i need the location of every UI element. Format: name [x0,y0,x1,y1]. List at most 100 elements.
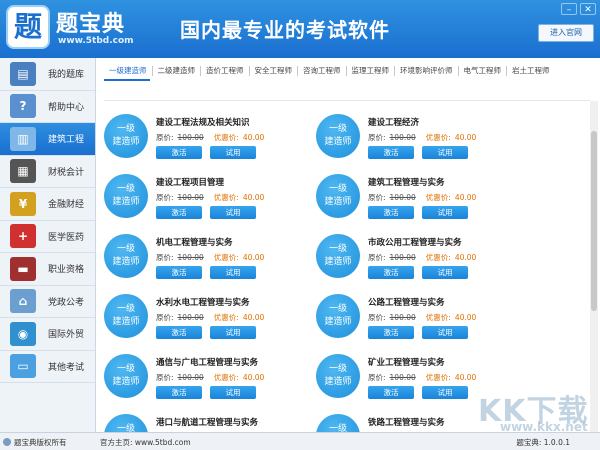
tab-0[interactable]: 一级建造师 [104,66,153,76]
activate-button[interactable]: 激活 [156,386,202,399]
tab-5[interactable]: 监理工程师 [347,66,395,76]
course-title: 机电工程管理与实务 [156,238,233,248]
trial-button[interactable]: 试用 [210,326,256,339]
activate-button[interactable]: 激活 [368,326,414,339]
trial-button[interactable]: 试用 [210,386,256,399]
course-grid: 一级 建造师 建设工程法规及相关知识 原价: 100.00 优惠价: 40.00 激活 试用 一级… [104,108,582,432]
price-row: 原价: 100.00 优惠价: 40.00 [156,192,264,203]
tab-3[interactable]: 安全工程师 [250,66,298,76]
activate-button[interactable]: 激活 [156,206,202,219]
original-price-label: 原价: [368,253,386,262]
original-price-label: 原价: [368,373,386,382]
sidebar-item-label: 国际外贸 [48,330,85,341]
trial-button[interactable]: 试用 [422,386,468,399]
sidebar-item-label: 医学医药 [48,232,85,243]
activate-button[interactable]: 激活 [368,206,414,219]
sidebar-item-5[interactable]: + 医学医药 [0,221,95,253]
level-badge: 一级建造师 [316,294,360,338]
badge-line1: 一级 [328,424,347,432]
course-card: 一级 建造师 建设工程项目管理 原价: 100.00 优惠价: 40.00 激活 试用 [104,168,334,220]
trial-button[interactable]: 试用 [422,326,468,339]
scrollbar[interactable] [590,101,598,432]
minimize-icon[interactable]: – [561,3,577,15]
sidebar-item-3[interactable]: ▦ 财税会计 [0,156,95,188]
badge-line1: 一级 [328,124,347,134]
price-row: 原价: 100.00 优惠价: 40.00 [368,372,476,383]
discount-price: 40.00 [454,313,477,322]
level-badge: 一级建造师 [316,174,360,218]
activate-button[interactable]: 激活 [156,266,202,279]
trial-button[interactable]: 试用 [422,206,468,219]
original-price-label: 原价: [368,193,386,202]
level-badge: 一级建造师 [104,414,148,432]
discount-price: 40.00 [454,133,477,142]
badge-line2: 建造师 [112,377,140,387]
tab-8[interactable]: 岩土工程师 [507,66,555,76]
course-title: 通信与广电工程管理与实务 [156,358,259,368]
trial-button[interactable]: 试用 [422,266,468,279]
building-icon: ▥ [10,126,36,151]
copyright-text: 题宝典版权所有 [14,438,67,447]
active-tab-underline [104,79,150,81]
price-row: 原价: 100.00 优惠价: 40.00 [368,252,476,263]
tab-2[interactable]: 造价工程师 [201,66,250,76]
sidebar-item-2[interactable]: ▥ 建筑工程 [0,123,95,156]
course-card: 一级 建造师 通信与广电工程管理与实务 原价: 100.00 优惠价: 40.00 激活 试用 [104,348,334,400]
sidebar-item-6[interactable]: ▬ 职业资格 [0,253,95,286]
tab-7[interactable]: 电气工程师 [459,66,507,76]
price-row: 原价: 100.00 优惠价: 40.00 [156,312,264,323]
activate-button[interactable]: 激活 [156,146,202,159]
course-card: 一级建造师 机电工程管理与实务原价: 100.00 优惠价: 40.00 激活 试用 [104,228,334,280]
badge-line2: 建造师 [324,257,352,267]
sidebar-item-7[interactable]: ⌂ 党政公考 [0,286,95,318]
trial-button[interactable]: 试用 [210,146,256,159]
badge-line1: 一级 [328,364,347,374]
badge-line1: 一级 [328,184,347,194]
price-row: 原价: 100.00 优惠价: 40.00 [156,252,264,263]
sidebar-item-9[interactable]: ▭ 其他考试 [0,351,95,383]
course-title: 建设工程经济 [368,118,420,128]
original-price-label: 原价: [156,313,174,322]
sidebar-item-4[interactable]: ¥ 金融财经 [0,188,95,221]
scroll-thumb[interactable] [591,131,597,311]
activate-button[interactable]: 激活 [368,266,414,279]
course-card: 一级 建造师 公路工程管理与实务 原价: 100.00 优惠价: 40.00 激活 试用 [316,288,546,340]
price-row: 原价: 100.00 优惠价: 40.00 [156,132,264,143]
badge-line1: 一级 [328,304,347,314]
level-badge: 一级建造师 [316,114,360,158]
tab-4[interactable]: 咨询工程师 [298,66,347,76]
activate-button[interactable]: 激活 [156,326,202,339]
course-card: 一级 建造师 水利水电工程管理与实务 原价: 100.00 优惠价: 40.00 激活 试用 [104,288,334,340]
homepage-link[interactable]: 官方主页: www.5tbd.com [100,437,191,448]
trial-button[interactable]: 试用 [422,146,468,159]
trial-button[interactable]: 试用 [210,266,256,279]
tab-6[interactable]: 环境影响评价师 [395,66,459,76]
activate-button[interactable]: 激活 [368,146,414,159]
original-price: 100.00 [389,313,416,322]
sidebar-item-label: 建筑工程 [48,135,85,146]
enter-site-button[interactable]: 进入官网 [538,24,594,42]
original-price: 100.00 [389,373,416,382]
badge-line2: 建造师 [112,257,140,267]
sidebar-item-label: 帮助中心 [48,102,85,113]
original-price: 100.00 [389,253,416,262]
sidebar-item-8[interactable]: ◉ 国际外贸 [0,318,95,351]
slogan: 国内最专业的考试软件 [180,18,390,42]
close-icon[interactable]: ✕ [580,3,596,15]
course-title: 矿业工程管理与实务 [368,358,445,368]
badge-line1: 一级 [116,244,135,254]
original-price-label: 原价: [368,313,386,322]
trial-button[interactable]: 试用 [210,206,256,219]
tab-1[interactable]: 二级建造师 [153,66,201,76]
original-price-label: 原价: [368,133,386,142]
discount-price-label: 优惠价: [213,373,239,382]
sidebar-item-1[interactable]: ? 帮助中心 [0,91,95,123]
subcategory-tabs: 一级建造师 二级建造师 造价工程师 安全工程师 咨询工程师 监理工程师 环境影响评价师 电气工… [104,66,594,100]
original-price-label: 原价: [156,193,174,202]
discount-price: 40.00 [454,373,477,382]
activate-button[interactable]: 激活 [368,386,414,399]
sidebar-item-0[interactable]: ▤ 我的题库 [0,58,95,91]
original-price: 100.00 [177,313,204,322]
price-row: 原价: 100.00 优惠价: 40.00 [368,132,476,143]
sidebar-item-label: 职业资格 [48,265,85,276]
